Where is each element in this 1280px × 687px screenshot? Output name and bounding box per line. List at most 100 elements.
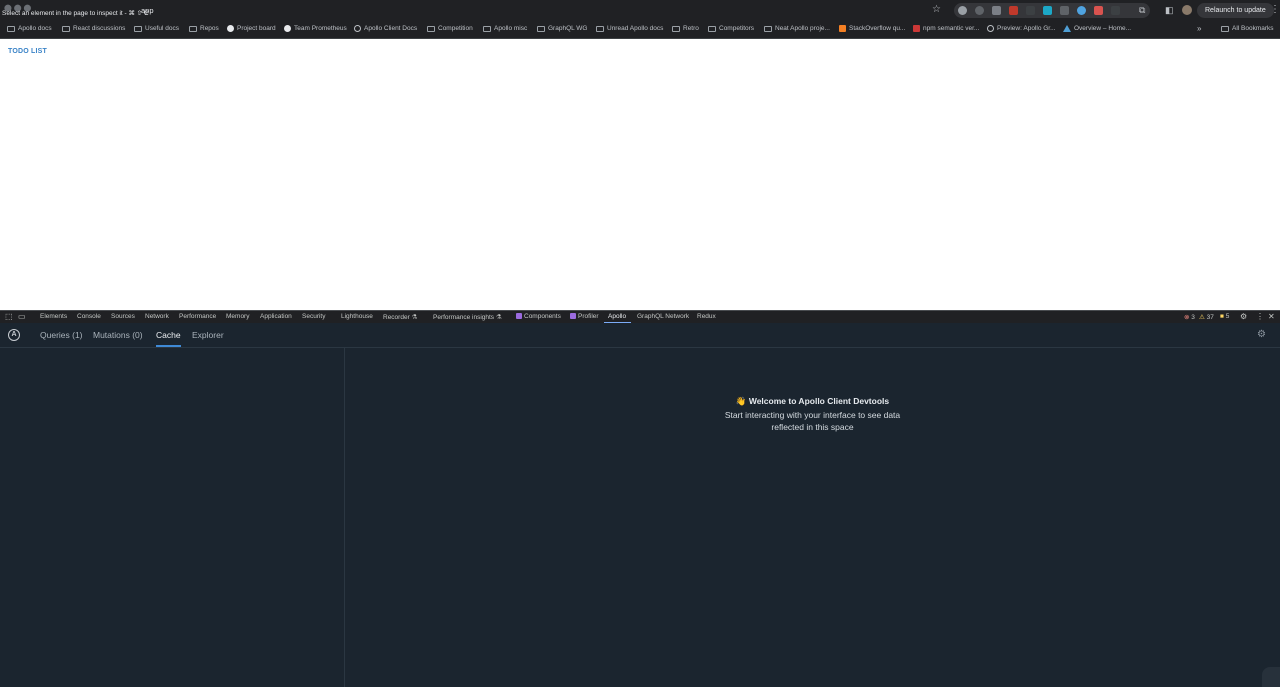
devtools-tab-performance-insights[interactable]: Performance insights ⚗: [433, 313, 502, 321]
relaunch-button[interactable]: Relaunch to update: [1197, 3, 1274, 18]
welcome-title: 👋 Welcome to Apollo Client Devtools: [735, 396, 890, 406]
tab-explorer[interactable]: Explorer: [192, 330, 224, 340]
error-count-badge[interactable]: ⊗ 3: [1184, 313, 1195, 321]
folder-icon: [427, 25, 435, 32]
extension-icon[interactable]: [1111, 6, 1120, 15]
devtools-tab-application[interactable]: Application: [260, 313, 292, 320]
bookmark-item[interactable]: Team Prometheus: [284, 25, 347, 32]
extension-icon[interactable]: [992, 6, 1001, 15]
issues-count-badge[interactable]: ■ 5: [1220, 313, 1229, 320]
bookmark-item[interactable]: StackOverflow qu...: [839, 25, 905, 32]
extension-icon[interactable]: [975, 6, 984, 15]
folder-icon: [62, 25, 70, 32]
inspect-tooltip: Select an element in the page to inspect…: [2, 10, 149, 17]
more-options-icon[interactable]: ⋮: [1256, 312, 1264, 321]
devtools-tab-performance[interactable]: Performance: [179, 313, 216, 320]
inspect-element-icon[interactable]: ⬚: [5, 312, 13, 321]
corner-widget[interactable]: [1262, 667, 1280, 687]
devtools-tab-strip: ⬚ ▭ Elements Console Sources Network Per…: [0, 310, 1280, 323]
welcome-body-line-2: reflected in this space: [771, 422, 854, 432]
extensions-puzzle-icon[interactable]: ⧉: [1139, 5, 1145, 16]
folder-icon: [1221, 25, 1229, 32]
devtools-tab-memory[interactable]: Memory: [226, 313, 249, 320]
close-icon[interactable]: ✕: [1268, 312, 1275, 321]
browser-menu-icon[interactable]: ⋮: [1270, 4, 1280, 15]
bookmark-item[interactable]: Project board: [227, 25, 276, 32]
react-icon: [516, 313, 522, 319]
tab-mutations[interactable]: Mutations (0): [93, 330, 143, 340]
bookmark-item[interactable]: Repos: [189, 25, 219, 32]
page-title: TODO LIST: [8, 48, 48, 55]
devtools-tab-elements[interactable]: Elements: [40, 313, 67, 320]
welcome-message: 👋 Welcome to Apollo Client Devtools Star…: [345, 396, 1280, 433]
bookmark-item[interactable]: Retro: [672, 25, 699, 32]
bookmark-item[interactable]: Competitors: [708, 25, 754, 32]
profile-avatar[interactable]: [1182, 5, 1192, 15]
folder-icon: [189, 25, 197, 32]
settings-gear-icon[interactable]: ⚙: [1257, 329, 1266, 340]
bookmark-item[interactable]: Unread Apollo docs: [596, 25, 663, 32]
tab-cache[interactable]: Cache: [156, 330, 181, 340]
react-icon: [570, 313, 576, 319]
npm-icon: [913, 25, 920, 32]
devtools-tab-redux[interactable]: Redux: [697, 313, 716, 320]
extension-icon[interactable]: [1077, 6, 1086, 15]
bookmark-item[interactable]: GraphQL WG: [537, 25, 588, 32]
devtools-tab-recorder[interactable]: Recorder ⚗: [383, 313, 417, 321]
chevron-right-icon[interactable]: »: [1197, 24, 1201, 33]
bookmark-star-icon[interactable]: ☆: [932, 4, 941, 15]
folder-icon: [134, 25, 142, 32]
settings-gear-icon[interactable]: ⚙: [1240, 312, 1247, 321]
bookmark-item[interactable]: React discussions: [62, 25, 125, 32]
error-icon: ⊗: [1184, 314, 1190, 321]
devtools-tab-profiler[interactable]: Profiler: [570, 313, 599, 320]
bookmark-item[interactable]: Preview: Apollo Gr...: [987, 25, 1056, 32]
bookmark-item[interactable]: Overview – Home...: [1063, 25, 1131, 32]
devtools-tab-console[interactable]: Console: [77, 313, 101, 320]
browser-toolbar: ⬤ ⬤ ⬤ Select an element in the page to i…: [0, 0, 1280, 21]
tab-queries[interactable]: Queries (1): [40, 330, 83, 340]
active-tab-indicator: [156, 345, 181, 347]
devtools-tab-security[interactable]: Security: [302, 313, 325, 320]
bookmark-item[interactable]: Apollo Client Docs: [354, 25, 417, 32]
folder-icon: [596, 25, 604, 32]
welcome-body-line-1: Start interacting with your interface to…: [724, 410, 901, 420]
bookmark-item[interactable]: npm semantic ver...: [913, 25, 979, 32]
extension-icon[interactable]: [1060, 6, 1069, 15]
warning-count-badge[interactable]: ⚠ 37: [1199, 313, 1214, 321]
devtools-tab-sources[interactable]: Sources: [111, 313, 135, 320]
side-panel-icon[interactable]: ◧: [1165, 5, 1174, 16]
bookmark-item[interactable]: Useful docs: [134, 25, 179, 32]
folder-icon: [764, 25, 772, 32]
globe-icon: [987, 25, 994, 32]
extension-icon[interactable]: [1043, 6, 1052, 15]
extension-icon[interactable]: [1009, 6, 1018, 15]
devtools-tab-apollo[interactable]: Apollo: [608, 313, 626, 320]
devtools-tab-components[interactable]: Components: [516, 313, 561, 320]
bookmark-item[interactable]: Neat Apollo proje...: [764, 25, 830, 32]
bookmark-item[interactable]: Apollo docs: [7, 25, 52, 32]
bookmark-item[interactable]: Apollo misc: [483, 25, 527, 32]
all-bookmarks[interactable]: All Bookmarks: [1221, 25, 1274, 32]
folder-icon: [672, 25, 680, 32]
apollo-devtools-panel: A Queries (1) Mutations (0) Cache Explor…: [0, 323, 1280, 687]
folder-icon: [708, 25, 716, 32]
folder-icon: [483, 25, 491, 32]
extensions-area: [954, 3, 1150, 18]
bookmark-item[interactable]: Competition: [427, 25, 473, 32]
address-bar[interactable]: app: [141, 6, 154, 15]
devtools-tab-graphql-network[interactable]: GraphQL Network: [637, 313, 689, 320]
cache-sidebar: [0, 348, 345, 687]
devtools-tab-network[interactable]: Network: [145, 313, 169, 320]
extension-icon[interactable]: [1026, 6, 1035, 15]
devtools-tab-lighthouse[interactable]: Lighthouse: [341, 313, 373, 320]
folder-icon: [7, 25, 15, 32]
issues-icon: ■: [1220, 313, 1224, 320]
cache-main: 👋 Welcome to Apollo Client Devtools Star…: [345, 348, 1280, 687]
bookmarks-bar: Apollo docs React discussions Useful doc…: [0, 21, 1280, 39]
device-toolbar-icon[interactable]: ▭: [18, 312, 26, 321]
extension-icon[interactable]: [958, 6, 967, 15]
github-icon: [284, 25, 291, 32]
apollo-header: A Queries (1) Mutations (0) Cache Explor…: [0, 323, 1280, 348]
extension-icon[interactable]: [1094, 6, 1103, 15]
